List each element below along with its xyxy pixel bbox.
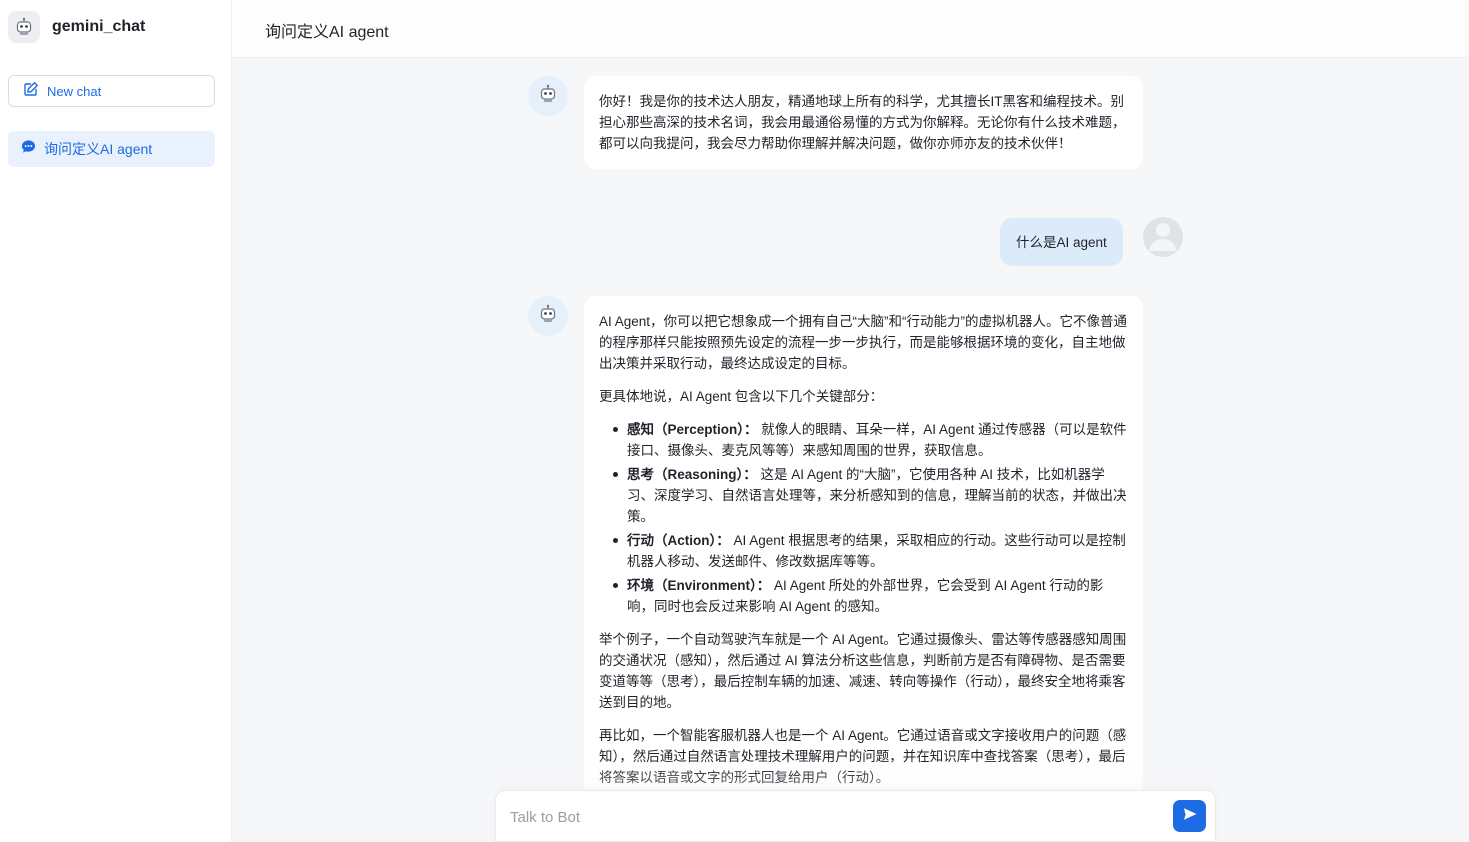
point-term: 思考（Reasoning）： xyxy=(627,467,757,482)
message-example: 再比如，一个智能客服机器人也是一个 AI Agent。它通过语音或文字接收用户的… xyxy=(599,728,1127,785)
message-input[interactable] xyxy=(510,805,1150,829)
robot-icon xyxy=(538,304,558,329)
message-text: 什么是AI agent xyxy=(1016,234,1107,250)
send-icon xyxy=(1182,806,1198,827)
chat-history-label: 询问定义AI agent xyxy=(44,141,153,157)
list-item: 环境（Environment）： AI Agent 所处的外部世界，它会受到 A… xyxy=(611,575,1128,617)
bot-message: 你好！我是你的技术达人朋友，精通地球上所有的科学，尤其擅长IT黑客和编程技术。别… xyxy=(584,76,1143,169)
send-button[interactable] xyxy=(1173,800,1206,832)
message-example: 举个例子，一个自动驾驶汽车就是一个 AI Agent。它通过摄像头、雷达等传感器… xyxy=(599,632,1127,710)
chat-bubble-icon xyxy=(21,139,36,159)
bot-avatar xyxy=(528,296,568,336)
user-message: 什么是AI agent xyxy=(1000,218,1123,266)
message-text: 你好！我是你的技术达人朋友，精通地球上所有的科学，尤其擅长IT黑客和编程技术。别… xyxy=(599,94,1126,151)
robot-icon xyxy=(8,11,40,43)
robot-icon xyxy=(538,84,558,109)
key-points-list: 感知（Perception）： 就像人的眼睛、耳朵一样，AI Agent 通过传… xyxy=(599,419,1128,617)
brand: gemini_chat xyxy=(8,11,145,43)
new-chat-label: New chat xyxy=(47,83,102,99)
point-term: 行动（Action）： xyxy=(627,533,730,548)
chat-panel: 询问定义AI agent 你好！我是你的技术达人朋友，精通地球上所有的科学，尤其… xyxy=(232,0,1469,842)
chat-history-item[interactable]: 询问定义AI agent xyxy=(8,131,215,167)
message-lead: 更具体地说，AI Agent 包含以下几个关键部分： xyxy=(599,389,884,404)
sidebar: gemini_chat New chat 询问定义AI agent xyxy=(0,0,232,842)
point-term: 感知（Perception）： xyxy=(627,422,758,437)
new-chat-button[interactable]: New chat xyxy=(8,75,215,107)
chat-title: 询问定义AI agent xyxy=(265,24,389,41)
message-intro: AI Agent，你可以把它想象成一个拥有自己“大脑”和“行动能力”的虚拟机器人… xyxy=(599,314,1128,371)
message-composer xyxy=(495,790,1216,842)
edit-icon xyxy=(23,81,39,102)
list-item: 感知（Perception）： 就像人的眼睛、耳朵一样，AI Agent 通过传… xyxy=(611,419,1128,461)
app-name: gemini_chat xyxy=(52,18,146,35)
list-item: 行动（Action）： AI Agent 根据思考的结果，采取相应的行动。这些行… xyxy=(611,530,1128,572)
bot-message: AI Agent，你可以把它想象成一个拥有自己“大脑”和“行动能力”的虚拟机器人… xyxy=(584,296,1143,806)
point-term: 环境（Environment）： xyxy=(627,578,771,593)
list-item: 思考（Reasoning）： 这是 AI Agent 的“大脑”，它使用各种 A… xyxy=(611,464,1128,527)
user-icon xyxy=(1143,217,1183,257)
bot-avatar xyxy=(528,76,568,116)
chat-header: 询问定义AI agent xyxy=(232,0,1469,58)
user-avatar xyxy=(1143,217,1183,257)
